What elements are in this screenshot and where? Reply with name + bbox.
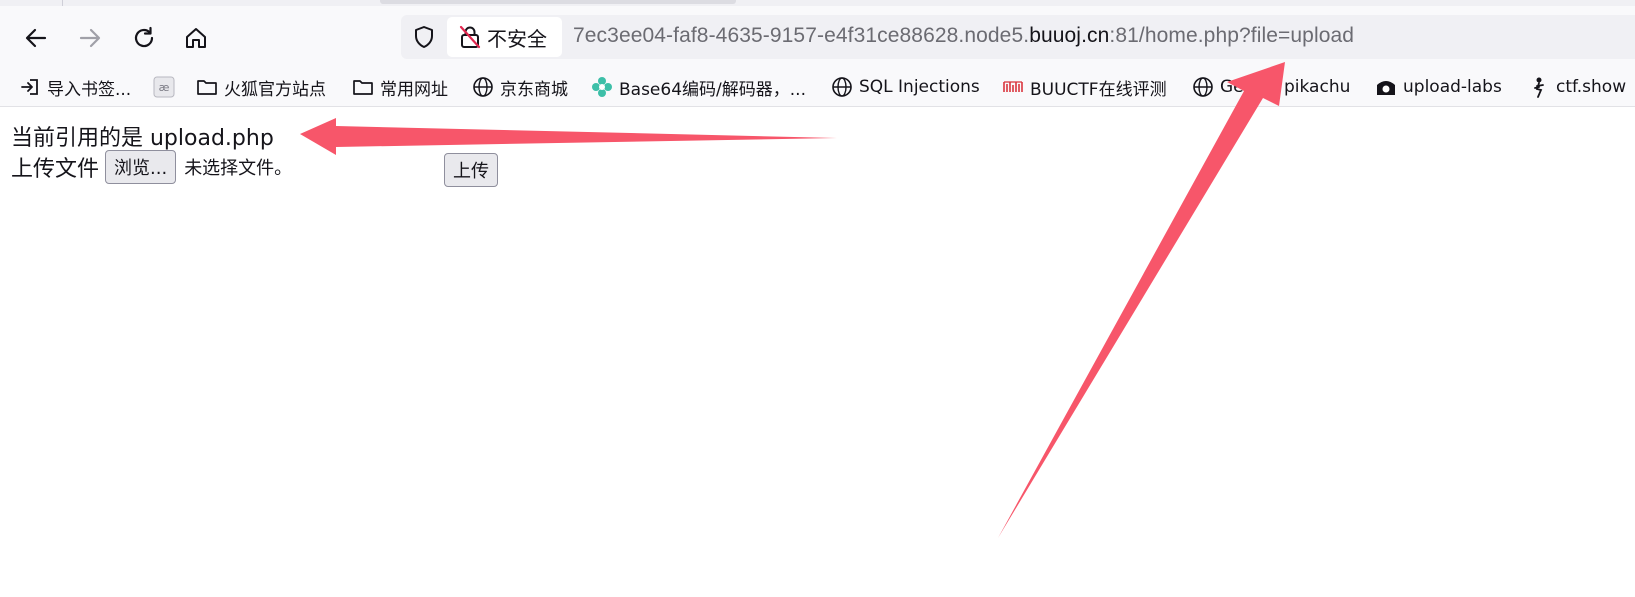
url-text[interactable]: 7ec3ee04-faf8-4635-9157-e4f31ce88628.nod… [573, 24, 1354, 48]
bookmark-sql-injections[interactable]: SQL Injections [831, 74, 980, 100]
bookmark-label: 常用网址 [380, 79, 448, 100]
folder-icon [352, 76, 374, 98]
upload-form-row: 上传文件 浏览... 未选择文件。 [11, 150, 292, 184]
svg-text:æ: æ [159, 81, 170, 94]
bookmark-import[interactable]: 导入书签... [19, 74, 131, 100]
bookmark-jd[interactable]: 京东商城 [472, 74, 568, 100]
bookmark-label: BUUCTF在线评测 [1030, 79, 1167, 100]
globe-icon [472, 76, 494, 98]
url-suffix: :81/home.php?file=upload [1109, 24, 1355, 47]
upload-label: 上传文件 [11, 157, 100, 182]
bookmark-label: ctf.show [1556, 77, 1627, 97]
address-bar[interactable]: 不安全 7ec3ee04-faf8-4635-9157-e4f31ce88628… [401, 15, 1635, 59]
back-button[interactable] [18, 20, 54, 56]
buuctf-icon [1002, 76, 1024, 98]
ae-icon: æ [153, 76, 175, 98]
upload-submit-button[interactable]: 上传 [444, 153, 498, 187]
globe-icon [1192, 76, 1214, 98]
current-include-text: 当前引用的是 upload.php [11, 126, 274, 151]
url-domain: buuoj.cn [1029, 24, 1110, 47]
no-file-selected-text: 未选择文件。 [184, 158, 293, 179]
bookmark-label: 火狐官方站点 [224, 79, 326, 100]
insecure-lock-icon [459, 25, 481, 49]
flower-icon [591, 76, 613, 98]
bookmark-label: 京东商城 [500, 79, 568, 100]
page-content: 当前引用的是 upload.php 上传文件 浏览... 未选择文件。 上传 [0, 107, 1635, 597]
navigation-toolbar: 不安全 7ec3ee04-faf8-4635-9157-e4f31ce88628… [0, 6, 1635, 66]
import-icon [19, 76, 41, 98]
insecure-label: 不安全 [487, 26, 547, 51]
reload-button[interactable] [126, 20, 162, 56]
bookmark-base64[interactable]: Base64编码/解码器，... [591, 74, 806, 100]
forward-button[interactable] [72, 20, 108, 56]
bookmark-ctfshow[interactable]: ctf.show [1528, 74, 1626, 100]
bookmark-pikachu[interactable]: pikachu [1284, 74, 1350, 100]
folder-icon [196, 76, 218, 98]
bookmark-label: SQL Injections [859, 77, 980, 97]
home-icon [186, 28, 206, 48]
bookmark-label: 导入书签... [47, 79, 132, 100]
site-security-indicator[interactable]: 不安全 [447, 17, 562, 57]
upload-labs-icon [1375, 76, 1397, 98]
bookmarks-toolbar: 导入书签... æ 火狐官方站点 常用网址 京东商城 Base64编码/解码器，… [0, 66, 1635, 107]
bookmark-ae[interactable]: æ [153, 74, 181, 100]
reload-icon [134, 26, 154, 48]
bookmark-get[interactable]: Get [1192, 74, 1250, 100]
home-button[interactable] [178, 20, 214, 56]
globe-icon [831, 76, 853, 98]
bookmark-folder-common[interactable]: 常用网址 [352, 74, 448, 100]
bookmark-label: Base64编码/解码器，... [619, 79, 806, 100]
back-arrow-icon [25, 28, 47, 48]
ctfshow-icon [1528, 76, 1550, 98]
bookmark-label: pikachu [1284, 77, 1351, 97]
tracking-protection-icon[interactable] [411, 24, 437, 50]
bookmark-label: Get [1220, 77, 1251, 97]
browse-button[interactable]: 浏览... [105, 150, 177, 184]
url-prefix: 7ec3ee04-faf8-4635-9157-e4f31ce88628.nod… [573, 24, 1030, 47]
bookmark-upload-labs[interactable]: upload-labs [1375, 74, 1502, 100]
bookmark-buuctf[interactable]: BUUCTF在线评测 [1002, 74, 1167, 100]
bookmark-label: upload-labs [1403, 77, 1502, 97]
bookmark-folder-firefox[interactable]: 火狐官方站点 [196, 74, 326, 100]
forward-arrow-icon [79, 28, 101, 48]
active-tab[interactable] [380, 0, 736, 4]
